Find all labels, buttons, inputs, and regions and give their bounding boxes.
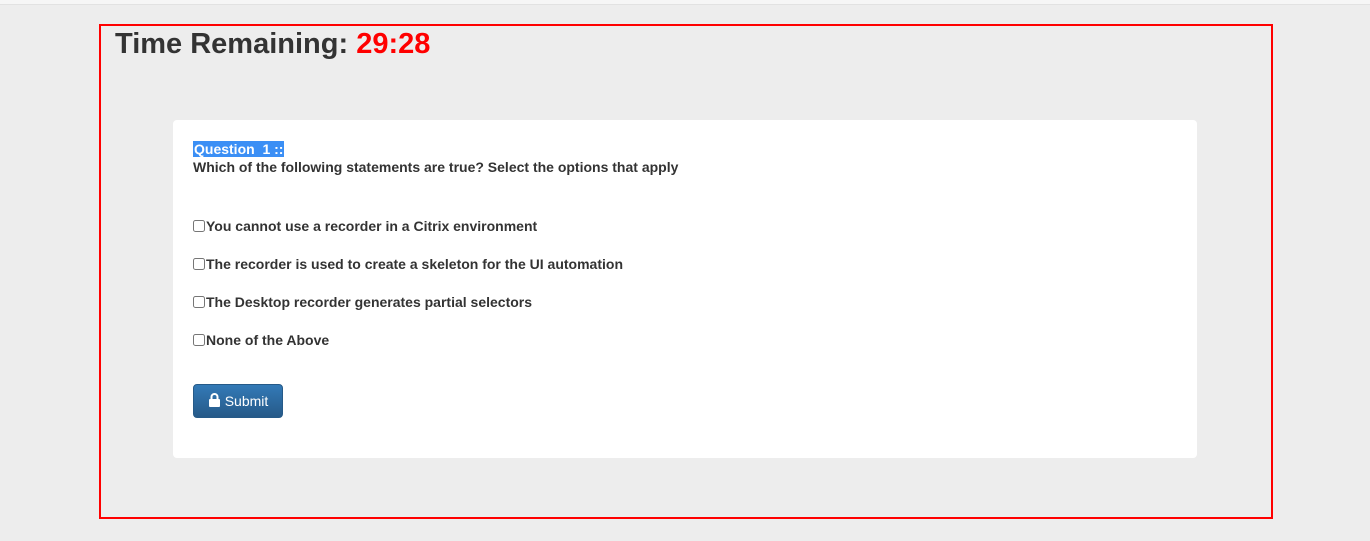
question-card: Question 1 :: Which of the following sta… — [173, 120, 1197, 458]
option-3[interactable]: The Desktop recorder generates partial s… — [193, 294, 532, 310]
question-label: Question 1 :: — [193, 141, 285, 157]
submit-button[interactable]: Submit — [193, 384, 283, 418]
option-checkbox[interactable] — [193, 220, 205, 232]
option-label: None of the Above — [206, 332, 330, 348]
option-checkbox[interactable] — [193, 334, 205, 346]
option-label: You cannot use a recorder in a Citrix en… — [206, 218, 538, 234]
option-checkbox[interactable] — [193, 258, 205, 270]
option-label: The Desktop recorder generates partial s… — [206, 294, 533, 310]
time-remaining: Time Remaining: 29:28 — [115, 28, 430, 61]
option-label: The recorder is used to create a skeleto… — [206, 256, 623, 272]
option-4[interactable]: None of the Above — [193, 332, 329, 348]
option-1[interactable]: You cannot use a recorder in a Citrix en… — [193, 218, 537, 234]
lock-icon — [208, 392, 221, 410]
option-checkbox[interactable] — [193, 296, 205, 308]
top-bar — [0, 0, 1370, 5]
quiz-frame: Time Remaining: 29:28 Question 1 :: Whic… — [99, 24, 1273, 519]
submit-label: Submit — [224, 393, 269, 409]
timer-value: 29:28 — [356, 28, 431, 60]
timer-label: Time Remaining: — [115, 28, 349, 60]
question-text: Which of the following statements are tr… — [193, 159, 679, 175]
option-2[interactable]: The recorder is used to create a skeleto… — [193, 256, 623, 272]
